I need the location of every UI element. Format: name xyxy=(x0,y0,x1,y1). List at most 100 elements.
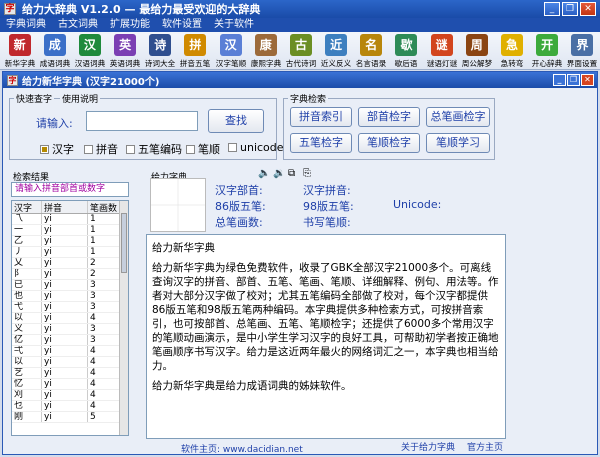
dictionary-subwindow: 字 给力新华字典 (汉字21000个) _ ❐ ✕ 快速查字 使用说明 请输入:… xyxy=(2,71,598,455)
table-row[interactable]: 亿 yi 3 xyxy=(12,335,128,346)
toolbar-button-12[interactable]: 谜谜语灯谜 xyxy=(424,32,459,70)
mode-wubi[interactable]: 五笔编码 xyxy=(126,141,182,157)
menu-settings[interactable]: 软件设置 xyxy=(162,18,202,32)
toolbar-button-16[interactable]: 界界面设置 xyxy=(565,32,600,70)
table-cell: 3 xyxy=(88,291,120,301)
table-cell: yi xyxy=(42,357,88,367)
stroke-learning-button[interactable]: 笔顺学习 xyxy=(426,133,490,153)
toolbar-button-10[interactable]: 名名言语录 xyxy=(354,32,389,70)
table-cell: 4 xyxy=(88,368,120,378)
speaker-alt-icon[interactable]: 🔉 xyxy=(273,168,285,179)
synonym-icon: 近 xyxy=(325,34,348,56)
mode-wubi-box[interactable] xyxy=(126,144,135,154)
menu-ancient[interactable]: 古文词典 xyxy=(58,18,98,32)
sub-restore-icon[interactable]: ❐ xyxy=(567,74,580,86)
table-row[interactable]: 弋 yi 3 xyxy=(12,302,128,313)
mode-pinyin-box[interactable] xyxy=(84,144,93,154)
proverb-icon: 歇 xyxy=(395,34,418,56)
mode-unicode-box[interactable] xyxy=(228,143,237,152)
footer-official-link[interactable]: 官方主页 xyxy=(467,440,503,453)
table-row[interactable]: 乜 yi 4 xyxy=(12,401,128,412)
mode-pinyin[interactable]: 拼音 xyxy=(84,141,118,157)
table-cell: yi xyxy=(42,401,88,411)
col-strokes[interactable]: 笔画数 xyxy=(88,201,120,213)
toolbar-button-0[interactable]: 新新华字典 xyxy=(2,32,37,70)
col-pinyin[interactable]: 拼音 xyxy=(42,201,88,213)
toolbar-button-15[interactable]: 开开心辞典 xyxy=(530,32,565,70)
table-row[interactable]: 弌 yi 4 xyxy=(12,346,128,357)
toolbar-button-4[interactable]: 诗诗词大全 xyxy=(143,32,178,70)
table-row[interactable]: 也 yi 3 xyxy=(12,291,128,302)
stroke-order-search-button[interactable]: 笔顺检字 xyxy=(358,133,420,153)
toolbar-button-2[interactable]: 汉汉语词典 xyxy=(72,32,107,70)
table-row[interactable]: 阝 yi 2 xyxy=(12,269,128,280)
table-row[interactable]: 乙 yi 1 xyxy=(12,236,128,247)
help-link[interactable]: 使用说明 xyxy=(60,92,101,105)
toolbar-button-14[interactable]: 急急转弯 xyxy=(494,32,529,70)
table-row[interactable]: 忆 yi 4 xyxy=(12,379,128,390)
toolbar-button-13[interactable]: 周周公解梦 xyxy=(459,32,494,70)
toolbar-button-7[interactable]: 康康熙字典 xyxy=(248,32,283,70)
table-row[interactable]: 乁 yi 1 xyxy=(12,214,128,225)
search-input[interactable] xyxy=(86,111,198,131)
toolbar-button-3[interactable]: 英英语词典 xyxy=(108,32,143,70)
table-row[interactable]: 丿 yi 1 xyxy=(12,247,128,258)
menu-about[interactable]: 关于软件 xyxy=(214,18,254,32)
paste-icon[interactable]: ⎘ xyxy=(303,168,311,179)
footer-about-link[interactable]: 关于给力字典 xyxy=(401,440,455,453)
mode-hanzi[interactable]: 汉字 xyxy=(40,141,74,157)
table-cell: 3 xyxy=(88,302,120,312)
results-filter-input[interactable]: 请输入拼音部首或数字 xyxy=(11,182,129,197)
results-scrollbar[interactable] xyxy=(119,201,128,435)
scroll-thumb[interactable] xyxy=(121,213,127,273)
mode-hanzi-box[interactable] xyxy=(40,144,49,154)
sub-close-icon[interactable]: ✕ xyxy=(581,74,594,86)
menu-extend[interactable]: 扩展功能 xyxy=(110,18,150,32)
table-cell: yi xyxy=(42,412,88,422)
table-row[interactable]: 乂 yi 2 xyxy=(12,258,128,269)
character-display-grid xyxy=(150,178,206,232)
radical-search-button[interactable]: 部首检字 xyxy=(358,107,420,127)
table-cell: 乁 xyxy=(12,214,42,224)
wubi-search-button[interactable]: 五笔检字 xyxy=(290,133,352,153)
table-cell: 4 xyxy=(88,401,120,411)
menu-dict[interactable]: 字典词典 xyxy=(6,18,46,32)
restore-icon[interactable]: ❐ xyxy=(562,2,578,16)
toolbar-button-9[interactable]: 近近义反义 xyxy=(319,32,354,70)
col-char[interactable]: 汉字 xyxy=(12,201,42,213)
toolbar-button-6[interactable]: 汉汉字笔顺 xyxy=(213,32,248,70)
table-row[interactable]: 以 yi 4 xyxy=(12,313,128,324)
copy-icon[interactable]: ⧉ xyxy=(288,168,295,179)
toolbar-button-8[interactable]: 古古代诗词 xyxy=(283,32,318,70)
definition-panel[interactable]: 给力新华字典 给力新华字典为绿色免费软件，收录了GBK全部汉字21000多个。可… xyxy=(146,234,506,439)
minimize-icon[interactable]: _ xyxy=(544,2,560,16)
total-stroke-search-button[interactable]: 总笔画检字 xyxy=(426,107,490,127)
table-cell: 4 xyxy=(88,390,120,400)
mode-stroke-box[interactable] xyxy=(186,144,195,154)
stroke-icon: 汉 xyxy=(219,34,242,56)
ancient-poem-icon: 古 xyxy=(289,34,312,56)
mode-stroke[interactable]: 笔顺 xyxy=(186,141,220,157)
sub-minimize-icon[interactable]: _ xyxy=(553,74,566,86)
table-row[interactable]: 刚 yi 5 xyxy=(12,412,128,423)
speaker-icon[interactable]: 🔈 xyxy=(258,168,270,179)
toolbar-button-11[interactable]: 歇歇后语 xyxy=(389,32,424,70)
table-row[interactable]: 已 yi 3 xyxy=(12,280,128,291)
table-cell: yi xyxy=(42,324,88,334)
pinyin-index-button[interactable]: 拼音索引 xyxy=(290,107,352,127)
table-cell: 也 xyxy=(12,291,42,301)
table-row[interactable]: 艺 yi 4 xyxy=(12,368,128,379)
footer-site-link[interactable]: 软件主页: www.dacidian.net xyxy=(181,442,303,455)
table-cell: 亿 xyxy=(12,335,42,345)
table-cell: yi xyxy=(42,225,88,235)
table-row[interactable]: 义 yi 3 xyxy=(12,324,128,335)
mode-unicode[interactable]: unicode xyxy=(228,141,284,154)
toolbar-label: 急转弯 xyxy=(500,59,524,68)
table-row[interactable]: 刈 yi 4 xyxy=(12,390,128,401)
search-button[interactable]: 查找 xyxy=(208,109,264,133)
toolbar-button-1[interactable]: 成成语词典 xyxy=(37,32,72,70)
toolbar-button-5[interactable]: 拼拼音五笔 xyxy=(178,32,213,70)
table-row[interactable]: 一 yi 1 xyxy=(12,225,128,236)
table-row[interactable]: 以 yi 4 xyxy=(12,357,128,368)
close-icon[interactable]: ✕ xyxy=(580,2,596,16)
